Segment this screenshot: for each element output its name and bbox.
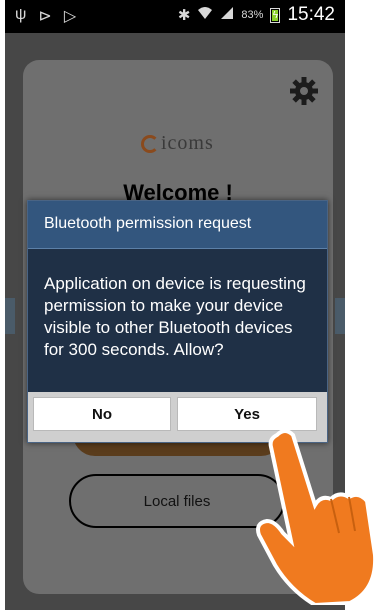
play-store-icon: ▷ (63, 8, 77, 25)
status-bar: ψ ⊳ ▷ ✱ 83% ϟ 15:42 (5, 0, 345, 33)
status-left-icons: ψ ⊳ ▷ (15, 6, 76, 26)
battery-percent: 83% (241, 9, 264, 21)
no-button[interactable]: No (33, 397, 171, 431)
logo-text: icoms (161, 132, 214, 154)
signal-icon (220, 6, 234, 24)
local-files-button[interactable]: Local files (69, 474, 285, 528)
charging-bolt-icon: ϟ (272, 9, 279, 21)
logo-swirl-icon (141, 134, 159, 153)
gear-icon[interactable] (289, 76, 319, 106)
side-strip-left (5, 298, 15, 334)
cast-icon: ⊳ (38, 8, 52, 25)
pointing-hand-icon (255, 425, 377, 608)
usb-icon: ψ (15, 6, 27, 23)
bluetooth-icon: ✱ (177, 7, 191, 24)
dialog-title: Bluetooth permission request (28, 201, 327, 249)
side-strip-right (335, 298, 345, 334)
bluetooth-permission-dialog: Bluetooth permission request Application… (27, 200, 328, 443)
battery-icon: ϟ (270, 7, 281, 23)
dialog-message: Application on device is requesting perm… (44, 274, 306, 359)
clock: 15:42 (287, 4, 335, 25)
app-logo: icoms (141, 132, 214, 155)
status-right-icons: ✱ 83% ϟ 15:42 (178, 4, 335, 26)
wifi-icon (197, 6, 213, 24)
